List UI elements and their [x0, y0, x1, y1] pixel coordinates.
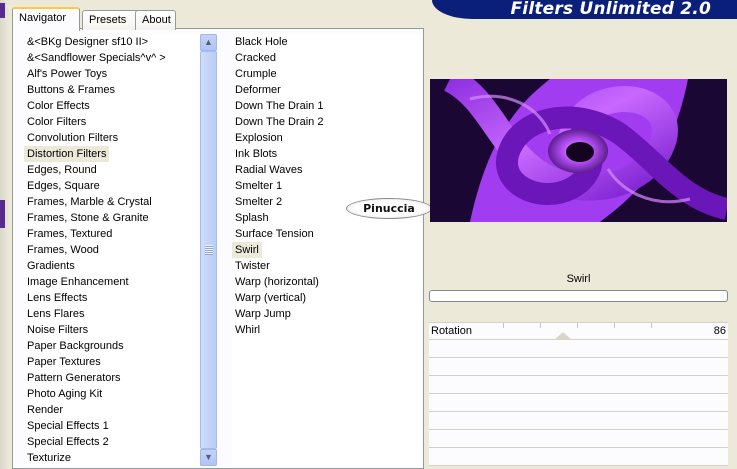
category-item[interactable]: Lens Effects [24, 290, 90, 306]
category-item[interactable]: Color Filters [24, 114, 89, 130]
category-item[interactable]: Render [24, 402, 66, 418]
category-item[interactable]: Paper Textures [24, 354, 104, 370]
filter-item[interactable]: Whirl [232, 322, 263, 338]
filter-item[interactable]: Warp Jump [232, 306, 294, 322]
filter-item[interactable]: Splash [232, 210, 272, 226]
category-item[interactable]: Special Effects 2 [24, 434, 112, 450]
category-item[interactable]: Image Enhancement [24, 274, 132, 290]
app-title: Filters Unlimited 2.0 [510, 0, 711, 19]
filter-item[interactable]: Explosion [232, 130, 286, 146]
filter-preview [430, 79, 727, 222]
category-item[interactable]: Lens Flares [24, 306, 87, 322]
empty-slider-row [429, 412, 728, 430]
category-item[interactable]: Convolution Filters [24, 130, 121, 146]
background-strip [0, 3, 5, 18]
category-item[interactable]: Gradients [24, 258, 78, 274]
selected-filter-name: Swirl [566, 273, 591, 285]
filter-item[interactable]: Radial Waves [232, 162, 305, 178]
category-list[interactable]: &<BKg Designer sf10 II> &<Sandflower Spec… [24, 34, 200, 466]
category-item[interactable]: Texturize [24, 450, 74, 466]
scroll-down-arrow-icon[interactable]: ▼ [200, 449, 217, 466]
empty-slider-row [429, 376, 728, 394]
category-item[interactable]: &<Sandflower Specials^v^ > [24, 50, 169, 66]
empty-slider-row [429, 340, 728, 358]
filter-item[interactable]: Down The Drain 1 [232, 98, 326, 114]
category-item[interactable]: Frames, Marble & Crystal [24, 194, 155, 210]
category-item[interactable]: Edges, Round [24, 162, 100, 178]
filter-progress-bar [429, 290, 728, 302]
filter-item[interactable]: Warp (horizontal) [232, 274, 322, 290]
empty-slider-row [429, 358, 728, 376]
slider-row-rotation[interactable]: Rotation 86 [429, 322, 728, 340]
filter-item[interactable]: Cracked [232, 50, 279, 66]
category-item[interactable]: Frames, Wood [24, 242, 102, 258]
slider-ticks [503, 323, 678, 328]
background-strip [0, 200, 5, 228]
filter-item[interactable]: Twister [232, 258, 273, 274]
watermark-logo: Pinuccia [346, 198, 432, 219]
filter-list[interactable]: Black Hole Cracked Crumple Deformer Down The… [232, 34, 420, 466]
grip-icon [205, 245, 213, 255]
tab-navigator[interactable]: Navigator [12, 7, 80, 31]
empty-slider-row [429, 430, 728, 448]
category-item[interactable]: Photo Aging Kit [24, 386, 105, 402]
category-item[interactable]: Color Effects [24, 98, 93, 114]
parameter-sliders: Rotation 86 [429, 322, 728, 469]
category-scrollbar[interactable]: ▲ ▼ [200, 34, 217, 466]
slider-label: Rotation [431, 325, 472, 337]
filter-item[interactable]: Ink Blots [232, 146, 280, 162]
filter-item[interactable]: Black Hole [232, 34, 291, 50]
category-item[interactable]: Special Effects 1 [24, 418, 112, 434]
title-banner: Filters Unlimited 2.0 [432, 0, 737, 19]
tab-presets[interactable]: Presets [82, 10, 143, 30]
slider-thumb[interactable] [553, 332, 572, 340]
filter-item[interactable]: Warp (vertical) [232, 290, 309, 306]
category-item[interactable]: Noise Filters [24, 322, 91, 338]
category-item[interactable]: Alf's Power Toys [24, 66, 110, 82]
scrollbar-thumb[interactable] [200, 51, 217, 449]
category-item[interactable]: Frames, Stone & Granite [24, 210, 152, 226]
window-left-edge [0, 0, 10, 469]
category-item[interactable]: Edges, Square [24, 178, 103, 194]
category-item[interactable]: Distortion Filters [24, 146, 110, 162]
category-item[interactable]: Pattern Generators [24, 370, 124, 386]
filter-item[interactable]: Deformer [232, 82, 284, 98]
filter-item[interactable]: Surface Tension [232, 226, 317, 242]
slider-value: 86 [713, 325, 726, 337]
category-item[interactable]: Paper Backgrounds [24, 338, 127, 354]
empty-slider-row [429, 448, 728, 466]
filter-item[interactable]: Swirl [232, 242, 262, 258]
filter-item[interactable]: Smelter 1 [232, 178, 285, 194]
swirl-preview-image [430, 79, 727, 222]
category-item[interactable]: Buttons & Frames [24, 82, 118, 98]
scroll-up-arrow-icon[interactable]: ▲ [200, 34, 217, 51]
empty-slider-row [429, 394, 728, 412]
category-item[interactable]: &<BKg Designer sf10 II> [24, 34, 151, 50]
tab-about[interactable]: About [135, 10, 176, 30]
filter-item[interactable]: Down The Drain 2 [232, 114, 326, 130]
filter-item[interactable]: Crumple [232, 66, 280, 82]
filter-item[interactable]: Smelter 2 [232, 194, 285, 210]
category-item[interactable]: Frames, Textured [24, 226, 115, 242]
